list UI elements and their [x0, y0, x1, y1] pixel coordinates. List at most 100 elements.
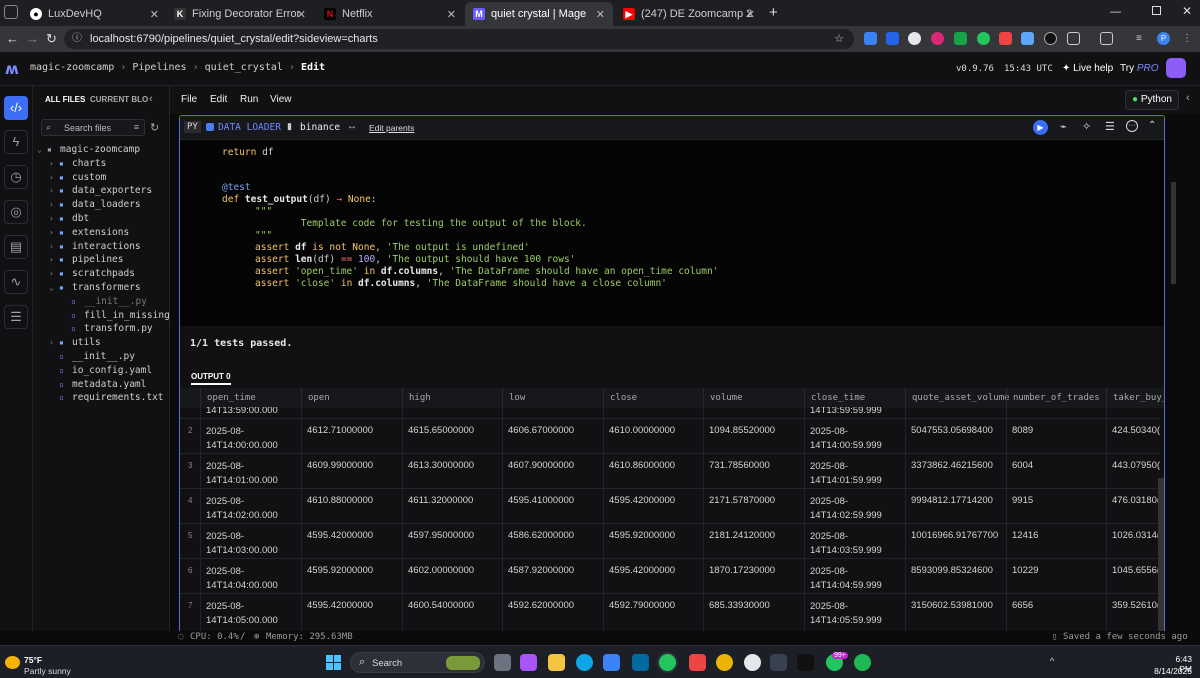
- tree-folder[interactable]: › ▪ extensions: [49, 227, 129, 238]
- try-pro-button[interactable]: Try PRO: [1120, 63, 1159, 74]
- maximize-window-icon[interactable]: [1152, 6, 1161, 15]
- tree-folder[interactable]: › ▪ pipelines: [49, 254, 123, 265]
- filter-icon[interactable]: ≡: [134, 122, 139, 132]
- column-header[interactable]: low: [502, 388, 603, 408]
- tree-folder[interactable]: › ▪ utils: [49, 337, 101, 348]
- tree-file[interactable]: ▫ transform.py: [61, 323, 153, 334]
- breadcrumb-pipelines[interactable]: Pipelines: [132, 62, 186, 73]
- tree-folder[interactable]: ⌄ ▪ magic-zoomcamp: [37, 144, 140, 155]
- tree-folder[interactable]: › ▪ dbt: [49, 213, 89, 224]
- live-help-button[interactable]: ✦ Live help: [1062, 63, 1113, 74]
- block-name[interactable]: binance: [300, 122, 340, 133]
- column-header[interactable]: number_of_trades: [1006, 388, 1106, 408]
- browser-tab[interactable]: ● LuxDevHQ ✕: [22, 2, 167, 26]
- logs-icon[interactable]: ▤: [4, 235, 28, 259]
- edge-icon[interactable]: [576, 654, 593, 671]
- more-options-icon[interactable]: ⋮: [1182, 32, 1195, 45]
- extension-icon[interactable]: [1021, 32, 1034, 45]
- extension-icon[interactable]: [999, 32, 1012, 45]
- block-settings-icon[interactable]: ☰: [1105, 120, 1115, 133]
- tab-current-block[interactable]: CURRENT BLOCK: [90, 95, 148, 104]
- tree-file[interactable]: ▫ requirements.txt: [49, 392, 164, 403]
- tree-folder[interactable]: › ▪ charts: [49, 158, 106, 169]
- tree-file[interactable]: ▫ __init__.py: [61, 296, 147, 307]
- collapse-sidebar-icon[interactable]: ‹: [1186, 92, 1190, 104]
- tree-folder[interactable]: › ▪ interactions: [49, 241, 141, 252]
- column-header[interactable]: taker_buy_b: [1106, 388, 1164, 408]
- column-header[interactable]: close: [603, 388, 703, 408]
- spotify-icon[interactable]: [854, 654, 871, 671]
- address-bar[interactable]: ⓘ localhost:6790/pipelines/quiet_crystal…: [64, 29, 854, 49]
- collapse-panel-icon[interactable]: ‹: [149, 93, 153, 105]
- mage-logo-icon[interactable]: ʍ: [5, 60, 19, 78]
- triggers-icon[interactable]: ϟ: [4, 130, 28, 154]
- windows-start-icon[interactable]: [326, 655, 341, 670]
- close-tab-icon[interactable]: ✕: [297, 8, 306, 21]
- browser-tab[interactable]: K Fixing Decorator Error in Binan ✕: [166, 2, 314, 26]
- tree-folder[interactable]: › ▪ data_exporters: [49, 185, 152, 196]
- output-tab[interactable]: OUTPUT 0: [191, 372, 231, 385]
- column-header[interactable]: volume: [703, 388, 804, 408]
- history-icon[interactable]: ◷: [4, 165, 28, 189]
- column-header[interactable]: open: [301, 388, 402, 408]
- chrome-profile-icon[interactable]: [716, 654, 733, 671]
- tree-file[interactable]: ▫ fill_in_missing_va: [61, 310, 187, 321]
- extension-icon[interactable]: [886, 32, 899, 45]
- close-tab-icon[interactable]: ✕: [447, 8, 456, 21]
- tab-list-icon[interactable]: [4, 5, 18, 19]
- tree-file[interactable]: ▫ __init__.py: [49, 351, 135, 362]
- back-arrow-icon[interactable]: ←: [6, 31, 19, 46]
- edit-parents-link[interactable]: Edit parents: [369, 123, 414, 133]
- git-icon[interactable]: [689, 654, 706, 671]
- code-editor[interactable]: return df @test def test_output(df) → No…: [180, 140, 1164, 326]
- monitor-icon[interactable]: ◎: [4, 200, 28, 224]
- close-tab-icon[interactable]: ✕: [746, 8, 755, 21]
- search-files-input[interactable]: ⌕ Search files ≡: [41, 119, 145, 136]
- new-tab-button[interactable]: +: [769, 4, 778, 21]
- menu-icon[interactable]: ≡: [1136, 32, 1149, 45]
- menu-view[interactable]: View: [270, 94, 292, 105]
- table-scrollbar[interactable]: [1158, 478, 1164, 632]
- browser-tab-active[interactable]: M quiet crystal | Mage ✕: [465, 2, 613, 26]
- bookmark-star-icon[interactable]: ☆: [834, 29, 844, 49]
- extensions-puzzle-icon[interactable]: [1067, 32, 1080, 45]
- reload-icon[interactable]: ↻: [46, 31, 57, 47]
- extension-icon[interactable]: [864, 32, 877, 45]
- weather-icon[interactable]: [5, 656, 20, 669]
- column-header[interactable]: quote_asset_volume: [905, 388, 1010, 408]
- tree-folder[interactable]: › ▪ scratchpads: [49, 268, 135, 279]
- ai-sparkle-icon[interactable]: ✧: [1082, 120, 1091, 133]
- tree-file[interactable]: ▫ io_config.yaml: [49, 365, 152, 376]
- column-header[interactable]: high: [402, 388, 502, 408]
- browser-tab[interactable]: N Netflix ✕: [316, 2, 464, 26]
- reading-list-icon[interactable]: [1100, 32, 1113, 45]
- minimize-window-icon[interactable]: —: [1110, 6, 1121, 18]
- tray-chevron-icon[interactable]: ^: [1050, 656, 1054, 666]
- weather-temp[interactable]: 75°F: [24, 655, 42, 665]
- extension-icon[interactable]: [977, 32, 990, 45]
- task-view-icon[interactable]: [494, 654, 511, 671]
- tree-folder[interactable]: ⌄ ▪ transformers: [49, 282, 141, 293]
- close-tab-icon[interactable]: ✕: [596, 8, 605, 21]
- chrome-icon[interactable]: [659, 654, 676, 671]
- breadcrumb-pipeline[interactable]: quiet_crystal: [205, 62, 283, 73]
- run-block-button[interactable]: ▶: [1033, 120, 1048, 135]
- tree-folder[interactable]: › ▪ data_loaders: [49, 199, 141, 210]
- column-header[interactable]: open_time: [200, 388, 301, 408]
- analytics-icon[interactable]: [770, 654, 787, 671]
- close-window-icon[interactable]: ✕: [1182, 4, 1192, 18]
- user-avatar[interactable]: [1166, 58, 1186, 78]
- extension-icon[interactable]: [931, 32, 944, 45]
- editor-scrollbar[interactable]: [1171, 182, 1176, 284]
- tab-all-files[interactable]: ALL FILES: [45, 95, 85, 104]
- close-tab-icon[interactable]: ✕: [150, 8, 159, 21]
- menu-file[interactable]: File: [181, 94, 197, 105]
- store-icon[interactable]: [603, 654, 620, 671]
- collapse-block-icon[interactable]: ⌃: [1148, 120, 1156, 131]
- metrics-icon[interactable]: ∿: [4, 270, 28, 294]
- column-header[interactable]: close_time: [804, 388, 905, 408]
- charts-icon[interactable]: ⌁: [1060, 120, 1067, 133]
- tree-folder[interactable]: › ▪ custom: [49, 172, 106, 183]
- more-actions-icon[interactable]: ···: [1126, 120, 1138, 132]
- outlook-icon[interactable]: [632, 654, 649, 671]
